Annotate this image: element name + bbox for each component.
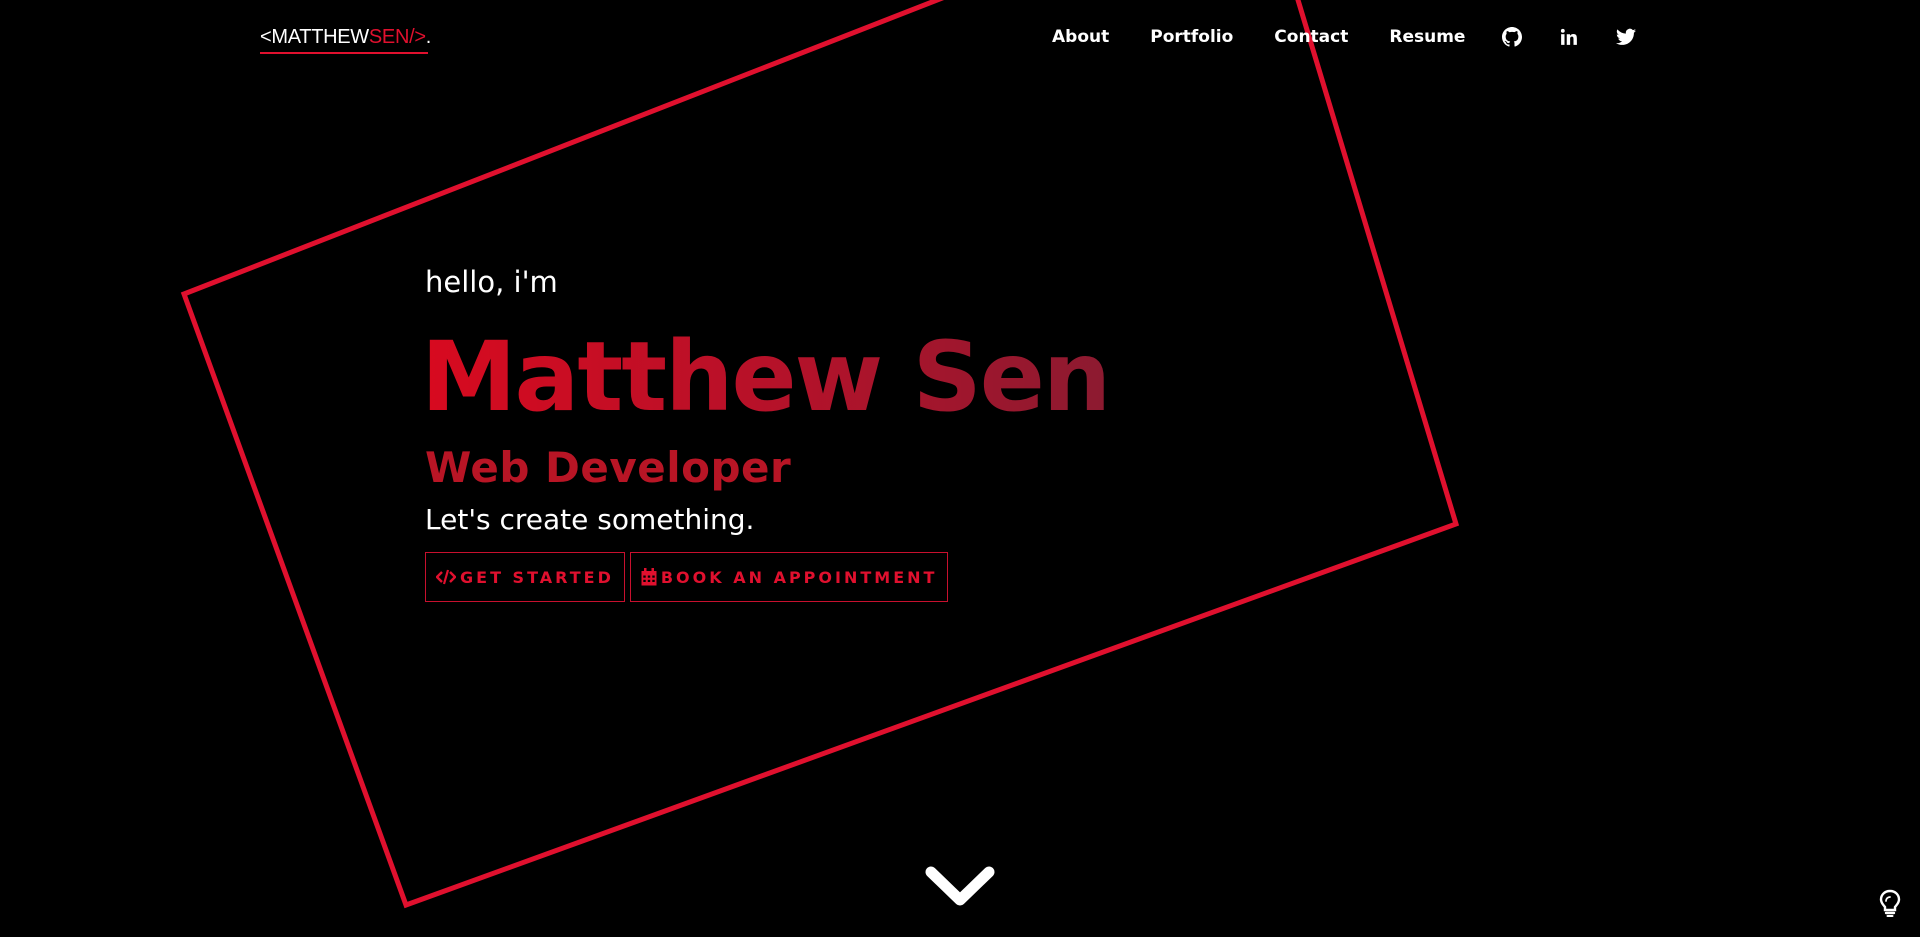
linkedin-icon[interactable] [1559, 27, 1579, 47]
hero-buttons: GET STARTED BOOK AN APPOINTMENT [425, 552, 1109, 602]
lightbulb-icon[interactable] [1878, 889, 1902, 917]
hero-role: Web Developer [425, 443, 792, 492]
book-appointment-label: BOOK AN APPOINTMENT [660, 567, 938, 587]
page: <MATTHEWSEN/>. About Portfolio Contact R… [0, 0, 1920, 937]
hero-section: hello, i'm Matthew Sen Web Developer Let… [421, 262, 1111, 602]
hero-tagline: Let's create something. [425, 503, 755, 536]
main-nav: About Portfolio Contact Resume [1052, 27, 1637, 47]
nav-link-portfolio[interactable]: Portfolio [1150, 27, 1233, 47]
social-icons [1502, 27, 1637, 47]
github-icon[interactable] [1502, 27, 1523, 47]
logo-suffix: . [425, 26, 432, 48]
get-started-label: GET STARTED [460, 567, 614, 587]
logo-prefix: <MATTHEW [260, 26, 369, 48]
code-icon [436, 569, 456, 585]
hero-greeting: hello, i'm [425, 265, 558, 299]
calendar-icon [641, 568, 657, 586]
site-logo[interactable]: <MATTHEWSEN/>. [260, 26, 432, 54]
hero-name: Matthew Sen [421, 321, 1111, 433]
nav-link-resume[interactable]: Resume [1389, 27, 1465, 47]
twitter-icon[interactable] [1616, 27, 1637, 47]
nav-link-contact[interactable]: Contact [1274, 27, 1348, 47]
book-appointment-button[interactable]: BOOK AN APPOINTMENT [629, 552, 949, 602]
get-started-button[interactable]: GET STARTED [425, 552, 625, 602]
logo-accent: SEN/> [368, 26, 426, 48]
scroll-down-chevron-icon[interactable] [923, 862, 997, 912]
logo-underline [260, 52, 429, 54]
nav-link-about[interactable]: About [1052, 27, 1109, 47]
